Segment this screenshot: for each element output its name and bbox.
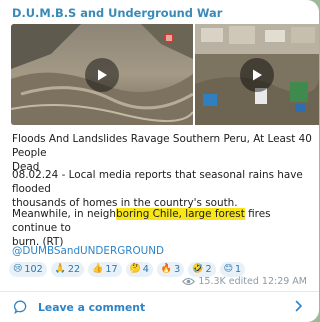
reaction-count: 2 (205, 264, 212, 275)
highlighted-text: boring Chile, large forest (116, 208, 245, 220)
reaction-pray[interactable]: 🙏 22 (50, 262, 85, 277)
paragraph-line: Meanwhile, in neighboring Chile, large f… (12, 207, 312, 235)
paragraph-line: 08.02.24 - Local media reports that seas… (12, 169, 303, 195)
reaction-thinking[interactable]: 🤔 4 (125, 262, 153, 277)
reaction-count: 3 (174, 264, 181, 275)
message-meta: 15.3K edited 12:29 AM (182, 276, 307, 287)
post-paragraph-2: Meanwhile, in neighboring Chile, large f… (12, 207, 312, 249)
play-button[interactable] (85, 58, 119, 92)
rofl-face-icon: 🤣 (192, 264, 204, 274)
post-paragraph-1: 08.02.24 - Local media reports that seas… (12, 168, 312, 210)
video-thumbnail-1[interactable] (11, 24, 193, 125)
reaction-crying[interactable]: 😢 102 (9, 262, 47, 277)
text-plain: Meanwhile, in neigh (12, 208, 116, 220)
smiling-face-icon: 😊 (223, 264, 233, 274)
praying-hands-icon: 🙏 (54, 264, 66, 274)
reaction-count: 102 (24, 264, 43, 275)
play-button[interactable] (240, 58, 274, 92)
play-icon (98, 69, 107, 81)
reaction-fire[interactable]: 🔥 3 (156, 262, 185, 277)
reaction-count: 4 (142, 264, 149, 275)
fire-icon: 🔥 (160, 264, 173, 274)
edited-time: edited 12:29 AM (228, 276, 307, 287)
reaction-smile[interactable]: 😊 1 (219, 262, 246, 277)
leave-comment-button[interactable]: Leave a comment (0, 292, 319, 322)
reaction-thumbs-up[interactable]: 👍 17 (88, 262, 122, 277)
video-thumbnail-2[interactable] (195, 24, 319, 125)
chevron-right-icon (295, 300, 302, 312)
view-count: 15.3K (198, 276, 226, 287)
leave-comment-label: Leave a comment (38, 300, 146, 314)
thinking-face-icon: 🤔 (129, 264, 141, 274)
channel-name[interactable]: D.U.M.B.S and Underground War (12, 6, 222, 20)
crying-face-icon: 😢 (13, 264, 23, 274)
reaction-count: 22 (67, 264, 81, 275)
hashtag-link[interactable]: @DUMBSandUNDERGROUND (12, 244, 312, 258)
reaction-rofl[interactable]: 🤣 2 (188, 262, 216, 277)
post-title-line: Floods And Landslides Ravage Southern Pe… (12, 133, 312, 159)
reaction-count: 1 (234, 264, 242, 275)
thumbs-up-icon: 👍 (92, 264, 104, 274)
eye-icon (182, 277, 196, 286)
message-card: D.U.M.B.S and Underground War Floods And… (0, 0, 319, 322)
reaction-count: 17 (105, 264, 118, 275)
play-icon (253, 69, 262, 81)
comment-icon (14, 300, 27, 314)
